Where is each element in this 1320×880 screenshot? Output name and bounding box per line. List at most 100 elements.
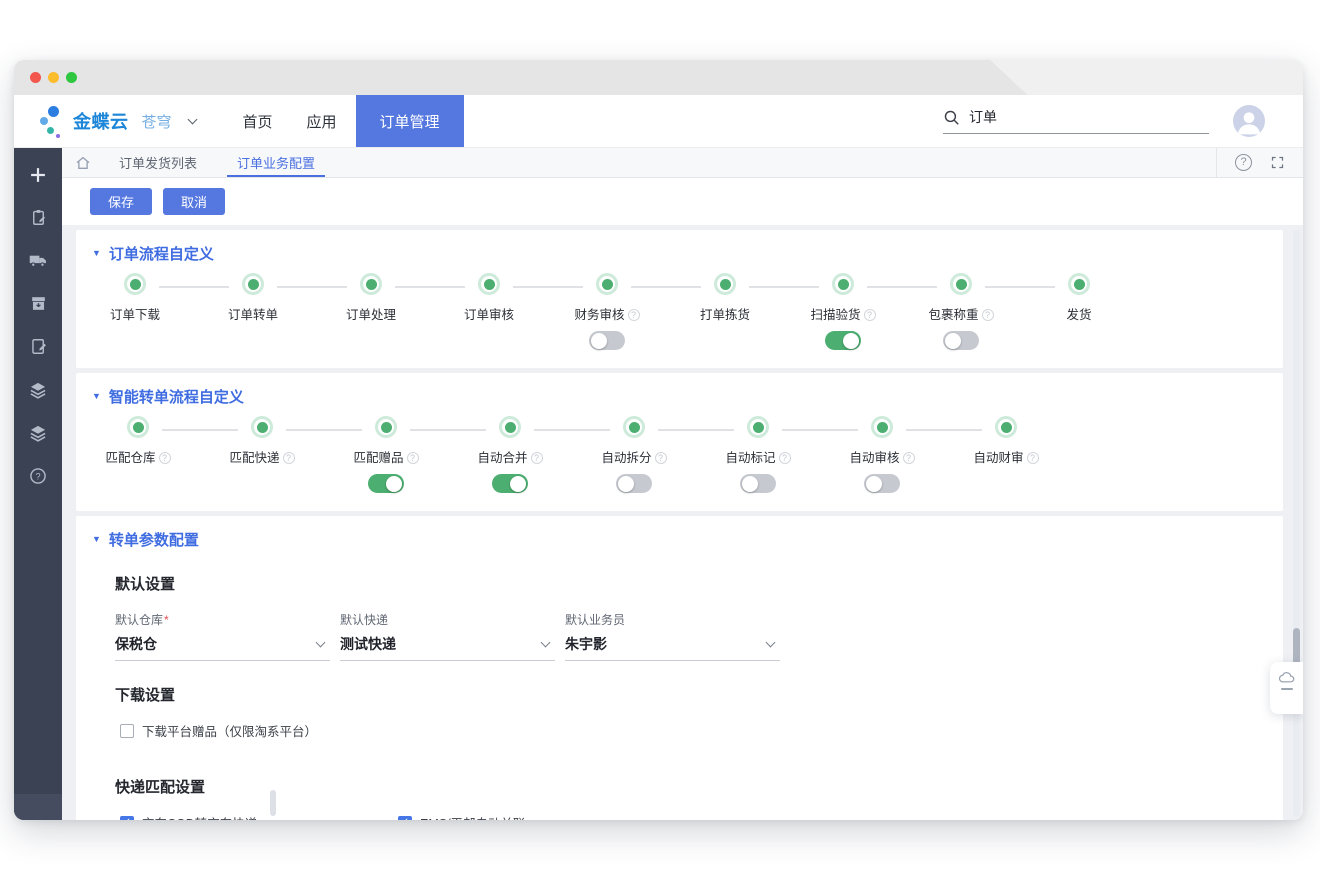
collapse-caret-icon[interactable]: ▼ (92, 249, 101, 258)
user-avatar[interactable] (1233, 105, 1265, 137)
toggle-switch[interactable] (740, 474, 776, 493)
group-express-match-settings: 快递匹配设置 (115, 779, 206, 796)
app-window: 金蝶云 苍穹 首页应用订单管理 ? (14, 60, 1303, 820)
field-label: 默认业务员 (565, 613, 626, 627)
section-title-text: 智能转单流程自定义 (108, 389, 244, 406)
flow-step: 订单下载 (76, 273, 229, 350)
flow-step: 订单处理 (312, 273, 465, 350)
tab-1[interactable]: 订单业务配置 (217, 148, 335, 177)
cloud-sync-widget[interactable] (1270, 662, 1303, 714)
smart-flow-steps: 匹配仓库? 匹配快递? 匹配赠品? 自动合并? 自动拆分? 自动标记? 自动审核? 自动财审? (76, 416, 1283, 493)
help-circle-icon[interactable]: ? (981, 309, 994, 321)
checkbox-label: EMS/平邮自动关联 (420, 813, 526, 820)
toggle-switch[interactable] (864, 474, 900, 493)
flow-step-circle (242, 273, 264, 295)
section-order-flow-title[interactable]: ▼ 订单流程自定义 (76, 230, 1283, 264)
cancel-button[interactable]: 取消 (163, 188, 225, 215)
help-circle-icon[interactable]: ? (1026, 452, 1039, 464)
help-circle-icon[interactable]: ? (282, 452, 295, 464)
sidebar-item-truck-icon[interactable] (14, 239, 62, 282)
help-circle-icon[interactable]: ? (406, 452, 419, 464)
sidebar-item-document-edit-icon[interactable] (14, 325, 62, 368)
express-checkbox-0[interactable]: ✓ 京东COD转京东快递 (120, 813, 398, 820)
close-window-button[interactable] (30, 72, 41, 83)
scrollbar-track[interactable] (1293, 230, 1300, 817)
nav-item-0[interactable]: 首页 (226, 95, 290, 147)
toggle-switch[interactable] (825, 331, 861, 350)
flow-step-label: 自动审核? (849, 447, 915, 466)
flow-step-label: 订单审核 (463, 308, 514, 322)
flow-step-circle (127, 416, 149, 438)
tab-0[interactable]: 订单发货列表 (99, 148, 217, 177)
nav-item-2[interactable]: 订单管理 (355, 95, 464, 147)
collapse-caret-icon[interactable]: ▼ (92, 535, 101, 544)
section-title-text: 转单参数配置 (108, 532, 199, 549)
sidebar-item-layers-icon[interactable] (14, 368, 62, 411)
search-input[interactable] (969, 109, 1209, 125)
fullscreen-icon[interactable] (1270, 155, 1285, 170)
toggle-switch[interactable] (492, 474, 528, 493)
search-icon (944, 110, 959, 125)
sidebar-item-layers-icon[interactable] (14, 411, 62, 454)
help-circle-icon[interactable]: ? (863, 309, 876, 321)
checkbox-checked-icon: ✓ (398, 815, 412, 820)
flow-step: 财务审核? (548, 273, 701, 350)
brand-logo[interactable]: 金蝶云 苍穹 (40, 103, 197, 139)
flow-step-circle (124, 273, 146, 295)
minimize-window-button[interactable] (48, 72, 59, 83)
section-smart-flow: ▼ 智能转单流程自定义 匹配仓库? 匹配快递? 匹配赠品? 自动合并? 自动拆分? 自动标… (76, 373, 1283, 511)
sidebar-item-archive-download-icon[interactable] (14, 282, 62, 325)
field-value: 朱宇影 (565, 636, 607, 652)
flow-step-circle (360, 273, 382, 295)
help-circle-icon[interactable]: ? (1235, 154, 1252, 171)
inner-scrollbar-thumb[interactable] (270, 790, 276, 816)
toggle-switch[interactable] (943, 331, 979, 350)
chevron-down-icon[interactable] (187, 114, 197, 125)
flow-step: 自动合并? (448, 416, 610, 493)
toggle-switch[interactable] (368, 474, 404, 493)
help-circle-icon[interactable]: ? (778, 452, 791, 464)
flow-step-circle (499, 416, 521, 438)
section-transfer-params-title[interactable]: ▼ 转单参数配置 (76, 516, 1283, 550)
toggle-switch[interactable] (589, 331, 625, 350)
express-checkbox-row: ✓ 京东COD转京东快递 ✓ EMS/平邮自动关联 (76, 797, 1283, 820)
chevron-down-icon (315, 637, 326, 647)
kingdee-logo-icon (40, 103, 64, 139)
flow-step: 匹配快递? (200, 416, 362, 493)
tab-bar: 订单发货列表 订单业务配置 ? (62, 148, 1303, 178)
sidebar-footer[interactable] (14, 794, 62, 820)
brand-suffix: 苍穹 (141, 113, 172, 131)
checkbox-unchecked-icon (120, 723, 134, 738)
flow-step-label: 包裹称重? (928, 304, 994, 323)
group-download-settings: 下载设置 (115, 687, 176, 704)
svg-text:?: ? (35, 471, 40, 481)
sidebar-item-plus-icon[interactable] (14, 153, 62, 196)
flow-step: 订单转单 (194, 273, 347, 350)
help-circle-icon[interactable]: ? (530, 452, 543, 464)
nav-item-1[interactable]: 应用 (290, 95, 354, 147)
download-platform-gift-checkbox[interactable]: 下载平台赠品（仅限淘系平台） (120, 721, 317, 740)
help-circle-icon[interactable]: ? (627, 309, 640, 321)
express-checkbox-1[interactable]: ✓ EMS/平邮自动关联 (398, 813, 526, 820)
sidebar-item-clipboard-edit-icon[interactable] (14, 196, 62, 239)
collapse-caret-icon[interactable]: ▼ (92, 392, 101, 401)
checkbox-label: 京东COD转京东快递 (142, 813, 257, 820)
maximize-window-button[interactable] (66, 72, 77, 83)
tabbar-actions: ? (1216, 148, 1303, 177)
flow-step-circle (871, 416, 893, 438)
help-circle-icon[interactable]: ? (902, 452, 915, 464)
toggle-switch[interactable] (616, 474, 652, 493)
field-label: 默认仓库* (115, 613, 169, 627)
home-icon[interactable] (75, 155, 91, 171)
section-title-text: 订单流程自定义 (108, 246, 214, 263)
help-circle-icon[interactable]: ? (158, 452, 171, 464)
sidebar-item-help-circle-icon[interactable]: ? (14, 454, 62, 497)
default-express-select[interactable]: 默认快递 测试快递 (340, 611, 555, 661)
default-salesperson-select[interactable]: 默认业务员 朱宇影 (565, 611, 780, 661)
default-warehouse-select[interactable]: 默认仓库* 保税仓 (115, 611, 330, 661)
flow-step: 匹配赠品? (324, 416, 486, 493)
save-button[interactable]: 保存 (90, 188, 152, 215)
flow-step: 订单审核 (430, 273, 583, 350)
section-smart-flow-title[interactable]: ▼ 智能转单流程自定义 (76, 373, 1283, 407)
help-circle-icon[interactable]: ? (654, 452, 667, 464)
